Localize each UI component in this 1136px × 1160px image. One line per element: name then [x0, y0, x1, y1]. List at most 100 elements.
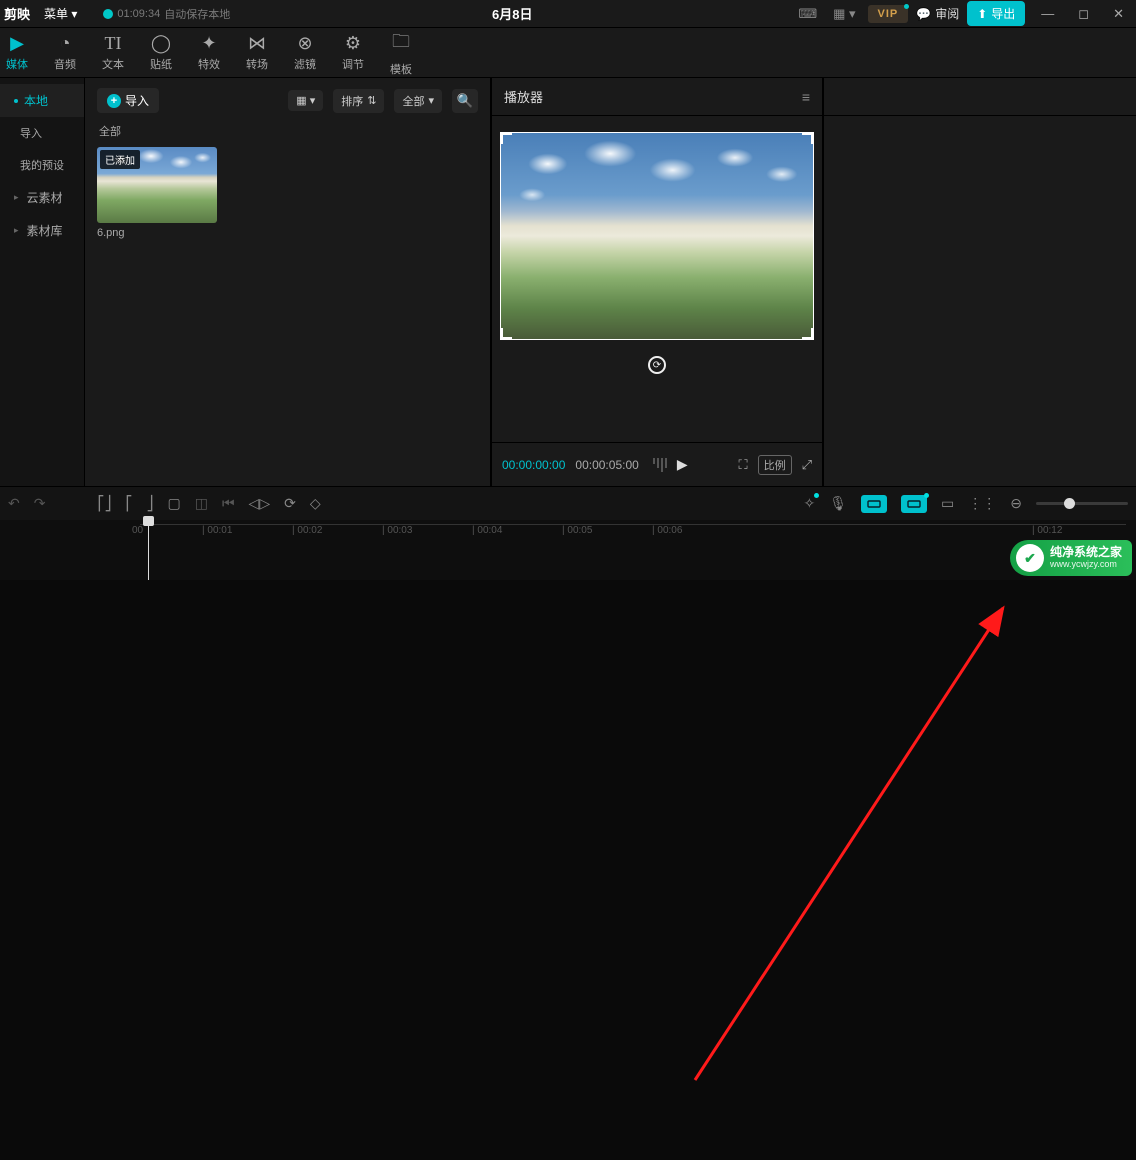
- import-label: 导入: [125, 92, 149, 109]
- fx-icon: ✦: [201, 33, 216, 54]
- freeze-button[interactable]: ◫: [195, 495, 208, 512]
- marker-auto-button[interactable]: [901, 495, 927, 513]
- ai-button[interactable]: ✧: [804, 495, 816, 512]
- watermark: ✔ 纯净系统之家 www.ycwjzy.com: [1010, 540, 1132, 576]
- keyboard-icon[interactable]: ⌨: [794, 4, 821, 24]
- volume-meter-icon[interactable]: [649, 458, 667, 472]
- media-toolbar: + 导入 ▦ ▾ 排序 ⇅ 全部 ▾ 🔍: [97, 88, 478, 113]
- sidebar-item-import[interactable]: 导入: [0, 117, 84, 149]
- rotate-handle[interactable]: ⟳: [648, 356, 666, 374]
- search-button[interactable]: 🔍: [452, 89, 478, 113]
- review-button[interactable]: 💬 审阅: [916, 5, 959, 22]
- resize-handle[interactable]: [500, 337, 512, 340]
- rotate-icon: ⟳: [653, 360, 661, 371]
- split-button[interactable]: ⎡⎦: [97, 495, 111, 512]
- preview-canvas[interactable]: [500, 132, 814, 340]
- menu-button[interactable]: 菜单 ▾: [38, 3, 83, 24]
- filter-button[interactable]: 全部 ▾: [394, 89, 442, 113]
- tick-label: | 00:06: [652, 525, 682, 536]
- tab-label: 音频: [54, 56, 76, 72]
- media-icon: ▶: [10, 33, 24, 54]
- zoom-slider[interactable]: [1036, 502, 1128, 505]
- vip-badge[interactable]: VIP: [868, 5, 909, 23]
- import-button[interactable]: + 导入: [97, 88, 159, 113]
- aspect-ratio-button[interactable]: 比例: [758, 455, 792, 475]
- player-footer: 00:00:00:00 00:00:05:00 ▶ ⛶ 比例 ⤢: [492, 442, 822, 486]
- filter-label: 全部: [402, 93, 424, 109]
- tab-transition[interactable]: ⋈转场: [246, 33, 268, 72]
- trim-right-button[interactable]: ⎦: [146, 495, 153, 512]
- play-button[interactable]: ▶: [677, 456, 688, 473]
- tab-fx[interactable]: ✦特效: [198, 33, 220, 72]
- player-title: 播放器: [504, 87, 543, 106]
- tab-template[interactable]: 🗀 模板: [390, 29, 412, 77]
- tab-media[interactable]: ▶媒体: [6, 33, 28, 72]
- crop-button[interactable]: ◇: [310, 495, 321, 512]
- player-menu-icon[interactable]: ≡: [802, 89, 810, 105]
- resize-handle[interactable]: [802, 337, 814, 340]
- rotate-button[interactable]: ⟳: [284, 495, 296, 512]
- mirror-button[interactable]: ◁▷: [249, 495, 271, 512]
- redo-button[interactable]: ↷: [34, 495, 46, 512]
- autosave-dot-icon: [103, 9, 113, 19]
- tab-label: 滤镜: [294, 56, 316, 72]
- tick-label: | 00:01: [202, 525, 232, 536]
- tab-sticker[interactable]: ◯贴纸: [150, 33, 172, 72]
- menu-label: 菜单: [44, 7, 68, 21]
- zoom-out-button[interactable]: ⊖: [1010, 495, 1022, 512]
- sort-button[interactable]: 排序 ⇅: [333, 89, 384, 113]
- timeline[interactable]: 00 | 00:01 | 00:02 | 00:03 | 00:04 | 00:…: [0, 520, 1136, 580]
- playhead[interactable]: [148, 520, 149, 580]
- annotation-arrow: [0, 580, 1136, 1160]
- plus-icon: +: [107, 94, 121, 108]
- sidebar-item-mypreset[interactable]: 我的预设: [0, 149, 84, 181]
- upload-icon: ⬆: [977, 7, 987, 21]
- mic-button[interactable]: 🎙: [829, 495, 847, 512]
- export-button[interactable]: ⬆ 导出: [967, 1, 1025, 26]
- align-button[interactable]: ⋮⋮: [968, 495, 996, 512]
- tick-label: | 00:05: [562, 525, 592, 536]
- watermark-logo-icon: ✔: [1016, 544, 1044, 572]
- audio-icon: ◔: [60, 33, 71, 54]
- tab-label: 贴纸: [150, 56, 172, 72]
- resize-handle[interactable]: [500, 132, 512, 135]
- zoom-thumb[interactable]: [1064, 498, 1075, 509]
- marker-on-button[interactable]: [861, 495, 887, 513]
- tab-filter[interactable]: ⊗滤镜: [294, 33, 316, 72]
- tab-label: 文本: [102, 56, 124, 72]
- close-button[interactable]: ✕: [1105, 4, 1132, 24]
- reverse-button[interactable]: ⏮: [222, 495, 235, 512]
- sidebar-item-library[interactable]: ▸素材库: [0, 214, 84, 247]
- autosave-time: 01:09:34: [117, 8, 160, 20]
- review-label: 审阅: [935, 5, 959, 22]
- layout-icon[interactable]: ▦ ▾: [829, 4, 859, 24]
- snap-button[interactable]: ▭: [941, 495, 954, 512]
- tool-tabs: ▶媒体 ◔ 音频 TI文本 ◯贴纸 ✦特效 ⋈转场 ⊗滤镜 ⚙调节 🗀 模板: [0, 28, 1136, 78]
- template-icon: 🗀: [392, 29, 410, 59]
- maximize-button[interactable]: ◻: [1070, 4, 1097, 24]
- resize-handle[interactable]: [802, 132, 814, 135]
- tab-audio[interactable]: ◔ 音频: [54, 33, 76, 72]
- fullscreen-button[interactable]: ⤢: [802, 457, 812, 473]
- thumb-badge: 已添加: [100, 150, 140, 169]
- app-logo: 剪映: [4, 4, 30, 23]
- sidebar-item-local[interactable]: 本地: [0, 84, 84, 117]
- tab-text[interactable]: TI文本: [102, 33, 124, 72]
- minimize-button[interactable]: —: [1033, 4, 1062, 23]
- media-thumb[interactable]: 已添加 6.png: [97, 147, 217, 239]
- sidebar-item-cloud[interactable]: ▸云素材: [0, 181, 84, 214]
- timeline-ruler[interactable]: 00 | 00:01 | 00:02 | 00:03 | 00:04 | 00:…: [140, 524, 1126, 546]
- delete-button[interactable]: ▢: [167, 495, 180, 512]
- undo-button[interactable]: ↶: [8, 495, 20, 512]
- tab-label: 模板: [390, 61, 412, 77]
- search-icon: 🔍: [457, 93, 474, 109]
- tab-label: 转场: [246, 56, 268, 72]
- safe-zone-button[interactable]: ⛶: [738, 457, 747, 473]
- tick-label: | 00:02: [292, 525, 322, 536]
- grid-view-button[interactable]: ▦ ▾: [288, 90, 323, 111]
- tab-adjust[interactable]: ⚙调节: [342, 33, 364, 72]
- properties-panel: [824, 78, 1136, 486]
- media-subhead: 全部: [99, 123, 478, 139]
- titlebar-right: ⌨ ▦ ▾ VIP 💬 审阅 ⬆ 导出 — ◻ ✕: [794, 1, 1132, 26]
- trim-left-button[interactable]: ⎡: [125, 495, 132, 512]
